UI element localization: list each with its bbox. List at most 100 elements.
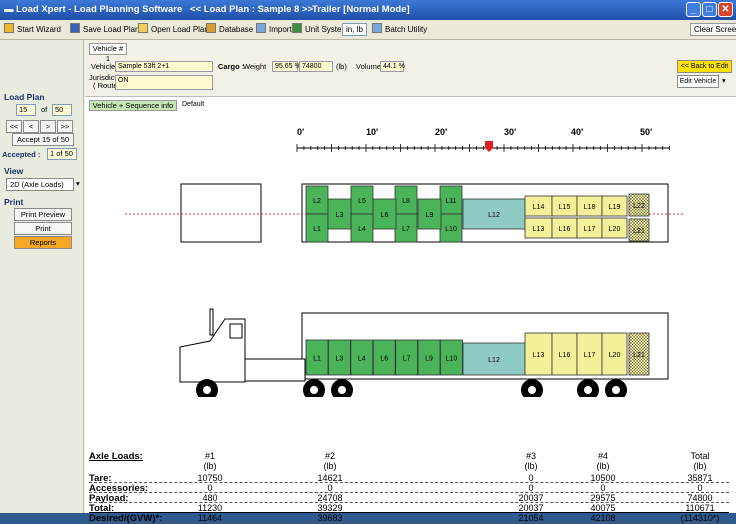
tab-vehicle-1[interactable]: Vehicle # 1 xyxy=(89,43,127,63)
edit-vehicle-button[interactable]: Edit Vehicle xyxy=(677,75,719,88)
back-to-edit-button[interactable]: << Back to Edit xyxy=(677,60,732,73)
next-plan-button[interactable]: > xyxy=(40,120,56,133)
cab-window xyxy=(229,323,243,339)
load-label: L16 xyxy=(559,226,571,233)
total-plans-value: 50 xyxy=(52,104,72,116)
chevron-down-icon[interactable]: ▾ xyxy=(76,179,80,188)
maximize-icon[interactable]: □ xyxy=(702,2,717,17)
first-plan-button[interactable]: << xyxy=(6,120,22,133)
load-label: L9 xyxy=(426,212,434,219)
table-cell: 110671 xyxy=(685,503,715,513)
load-diagram: 0' 10' 20' 30' 40' 50' L2 L5 L8 L11L1 L4 L7 L1… xyxy=(125,127,685,397)
ruler-label: 40' xyxy=(571,127,583,137)
ruler-label: 50' xyxy=(640,127,652,137)
close-icon[interactable]: ✕ xyxy=(718,2,733,17)
prev-plan-button[interactable]: < xyxy=(23,120,39,133)
table-cell: 10500 xyxy=(590,473,616,483)
table-cell: 10750 xyxy=(197,473,223,483)
table-row: Total: 11230 39329 20037 40075 110671 xyxy=(89,503,729,514)
ruler-label: 30' xyxy=(504,127,516,137)
view-select[interactable]: 2D (Axle Loads) xyxy=(6,178,74,191)
jurisdiction-field[interactable]: ON xyxy=(115,75,213,90)
table-cell: 0 xyxy=(528,473,534,483)
ruler-label: 0' xyxy=(297,127,304,137)
load-label: L20 xyxy=(609,352,621,359)
axle-header: Total xyxy=(690,451,710,461)
axle-header: #1 xyxy=(204,451,215,461)
table-cell: 21054 xyxy=(518,513,544,523)
reports-button[interactable]: Reports xyxy=(14,236,72,249)
load-label: L4 xyxy=(358,356,366,363)
accepted-label: Accepted : xyxy=(2,150,41,159)
weight-unit: (lb) xyxy=(336,62,347,71)
plan-title: << Load Plan : Sample 8 >> xyxy=(190,4,314,15)
accept-button[interactable]: Accept 15 of 50 xyxy=(12,133,74,146)
top-view: L2 L5 L8 L11 L1 L4 L7 L10 L3 L6 L9 L12 L14 L15 L18 L19 L… xyxy=(125,183,685,243)
of-label: of xyxy=(41,105,48,114)
last-plan-button[interactable]: >> xyxy=(57,120,73,133)
unit-label: (lb) xyxy=(596,461,610,471)
table-cell: 74800 xyxy=(687,493,713,503)
database-button[interactable]: Database xyxy=(206,23,253,37)
chevron-down-icon[interactable]: ▾ xyxy=(722,76,726,85)
print-button[interactable]: Print xyxy=(14,222,72,235)
row-label: Desired/(GVW)*: xyxy=(89,513,163,524)
minimize-icon[interactable]: _ xyxy=(686,2,701,17)
print-preview-button[interactable]: Print Preview xyxy=(14,208,72,221)
table-cell: 35871 xyxy=(687,473,713,483)
unit-system-value[interactable]: in, lb xyxy=(342,23,367,36)
print-heading: Print xyxy=(4,197,24,207)
table-cell: 11464 xyxy=(197,513,223,523)
ruler: 0' 10' 20' 30' 40' 50' xyxy=(296,127,670,152)
open-load-plan-button[interactable]: Open Load Plan xyxy=(138,23,209,37)
database-icon xyxy=(206,23,216,33)
batch-icon xyxy=(372,23,382,33)
axle-header: #2 xyxy=(324,451,335,461)
weight-field: 74800 xyxy=(299,61,333,72)
load-label: L11 xyxy=(445,198,456,205)
load-label: L3 xyxy=(336,356,344,363)
clear-screen-button[interactable]: Clear Screen xyxy=(690,23,736,36)
toolbar: Start Wizard Save Load Plan Open Load Pl… xyxy=(0,20,736,40)
weight-percent-field: 95.65 % xyxy=(272,61,301,72)
import-button[interactable]: Import xyxy=(256,23,292,37)
left-panel: Load Plan 15 of 50 << < > >> Accept 15 o… xyxy=(0,40,84,513)
load-label: L12 xyxy=(488,212,500,219)
table-cell: 24708 xyxy=(317,493,343,503)
table-cell: 480 xyxy=(202,493,218,503)
load-label: L6 xyxy=(381,212,389,219)
start-wizard-button[interactable]: Start Wizard xyxy=(4,23,61,37)
ruler-label: 20' xyxy=(435,127,447,137)
ruler-marker-icon[interactable] xyxy=(485,141,493,152)
unit-label: (lb) xyxy=(524,461,538,471)
load-plan-heading: Load Plan xyxy=(4,92,45,102)
table-cell: 39329 xyxy=(317,503,343,513)
table-cell: 42108 xyxy=(590,513,616,523)
batch-utility-button[interactable]: Batch Utility xyxy=(372,23,427,37)
load-label: L7 xyxy=(403,356,411,363)
save-load-plan-button[interactable]: Save Load Plan xyxy=(70,23,140,37)
load-label: L22 xyxy=(633,203,645,210)
table-cell: 20037 xyxy=(518,493,544,503)
unit-label: (lb) xyxy=(693,461,707,471)
table-row: Desired/(GVW)*: 11464 39683 21054 42108 (1143… xyxy=(89,513,729,524)
unit-system-button[interactable]: Unit System xyxy=(292,23,348,37)
load-label: L15 xyxy=(559,204,571,211)
mode-title: Trailer [Normal Mode] xyxy=(312,4,410,15)
load-label: L9 xyxy=(425,356,433,363)
unit-label: (lb) xyxy=(323,461,337,471)
table-row: Tare: 10750 14621 0 10500 35871 xyxy=(89,473,729,484)
save-icon xyxy=(70,23,80,33)
cargo-label: Cargo : xyxy=(218,62,245,71)
table-row: Payload: 480 24708 20037 29575 74800 xyxy=(89,493,729,504)
main-area: Vehicle # 1 Vehicle Sample 53ft 2+1 Juri… xyxy=(85,40,736,524)
side-view: L1 L3 L4 L6 L7 L9 L10 L12 L13 L16 L17 L20 L21 xyxy=(179,308,669,397)
load-label: L19 xyxy=(609,204,621,211)
current-plan-input[interactable]: 15 xyxy=(16,104,36,116)
load-label: L21 xyxy=(633,228,645,235)
load-label: L6 xyxy=(380,356,388,363)
vehicle-field[interactable]: Sample 53ft 2+1 xyxy=(115,61,213,72)
table-cell: 40075 xyxy=(590,503,616,513)
load-label: L13 xyxy=(533,352,545,359)
cab-top xyxy=(180,183,262,243)
